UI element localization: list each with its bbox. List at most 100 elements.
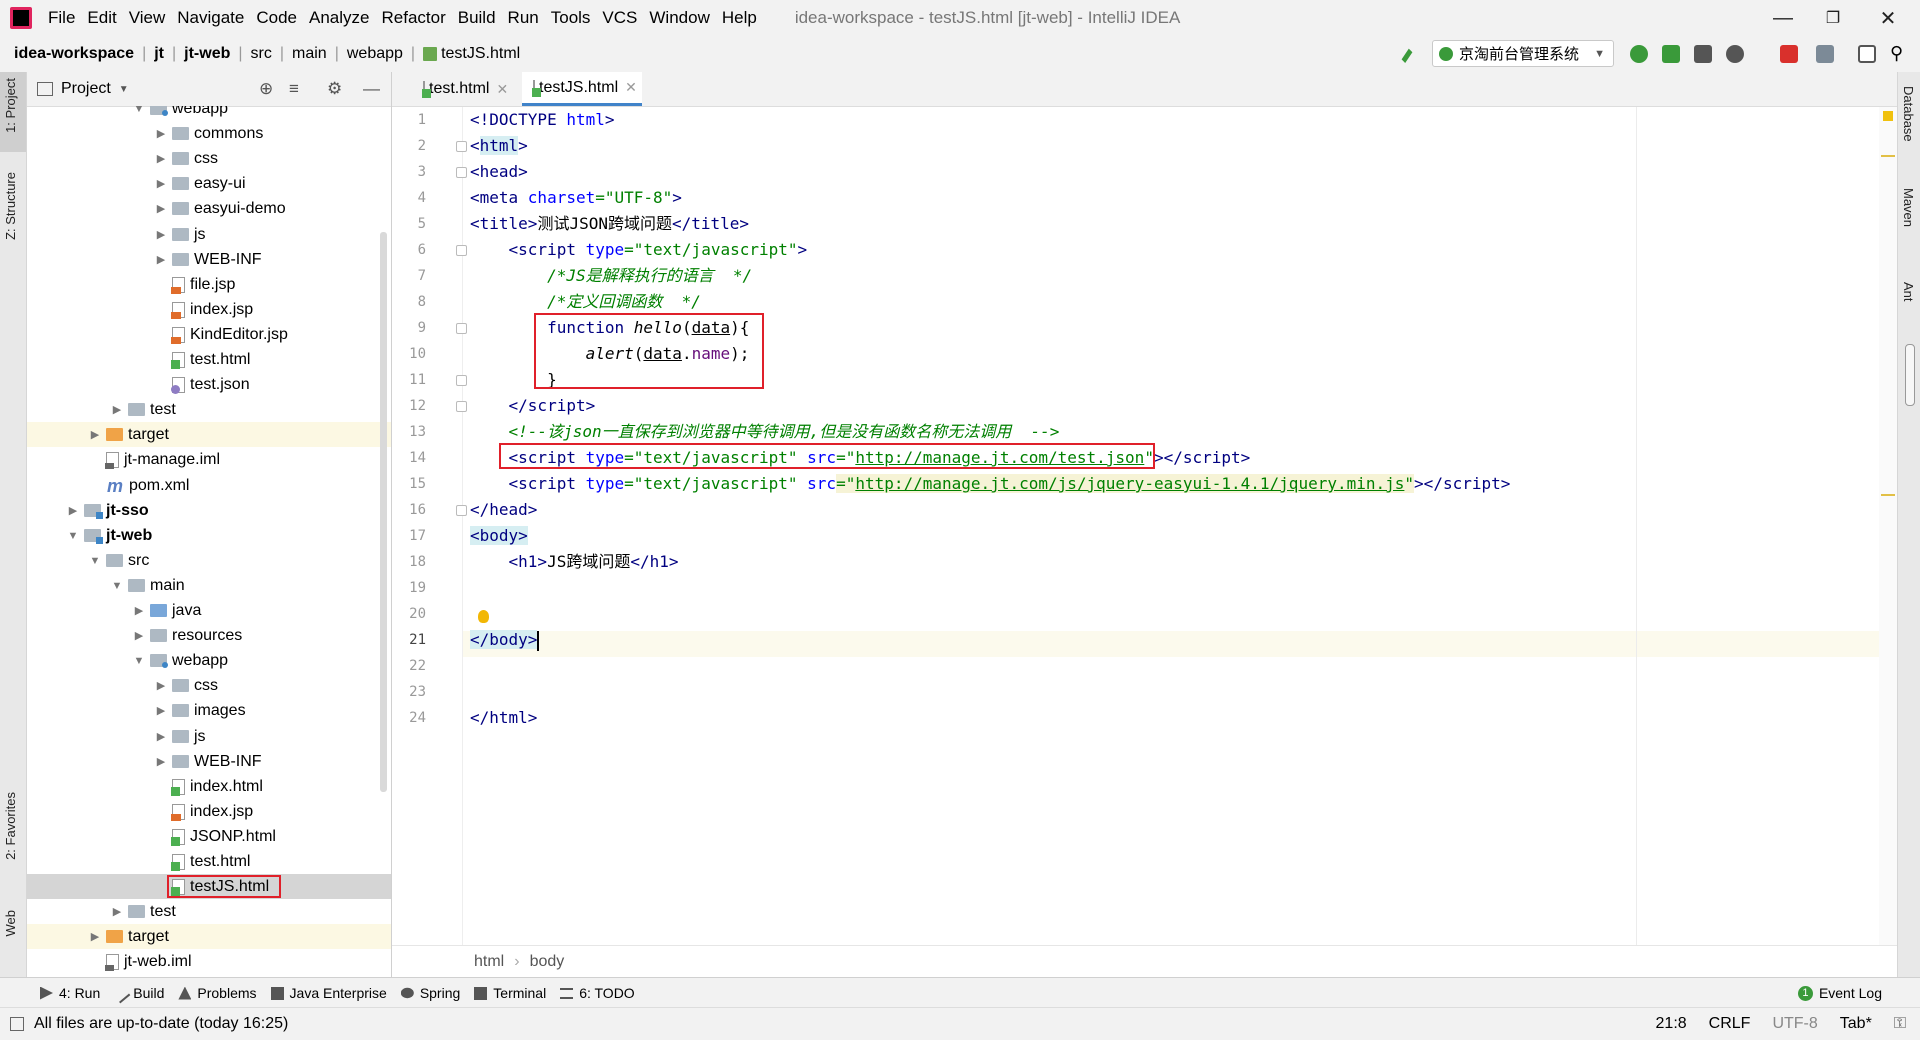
warning-marker[interactable] [1881, 155, 1895, 157]
search-everywhere-icon[interactable]: ⚲ [1890, 43, 1908, 63]
structure-tool-button[interactable]: Z: Structure [3, 172, 18, 240]
menu-edit[interactable]: Edit [83, 8, 124, 28]
problems-tool-button[interactable]: Problems [178, 985, 257, 1001]
breadcrumb-webapp[interactable]: webapp [341, 45, 409, 63]
menu-window[interactable]: Window [645, 8, 717, 28]
run-tool-button[interactable]: 4: Run [40, 985, 100, 1001]
fold-marker-icon[interactable] [456, 401, 467, 412]
tree-node[interactable]: ▶ target [27, 422, 391, 447]
collapse-arrow-icon[interactable]: ▶ [153, 704, 169, 717]
menu-code[interactable]: Code [252, 8, 305, 28]
run-configuration-select[interactable]: 京淘前台管理系统 ▼ [1432, 40, 1614, 67]
vertical-scrollbar[interactable] [1905, 344, 1915, 406]
locate-file-icon[interactable]: ⊕ [259, 79, 273, 99]
expand-arrow-icon[interactable]: ▼ [109, 580, 125, 592]
menu-help[interactable]: Help [718, 8, 765, 28]
breadcrumb-body[interactable]: body [530, 953, 565, 971]
menu-run[interactable]: Run [504, 8, 547, 28]
hide-panel-icon[interactable]: — [363, 79, 380, 99]
debug-icon[interactable] [1662, 45, 1680, 63]
close-icon[interactable]: ✕ [1865, 0, 1911, 36]
file-encoding[interactable]: UTF-8 [1772, 1015, 1817, 1033]
lock-icon[interactable]: ⚿ [1894, 1015, 1906, 1033]
collapse-arrow-icon[interactable]: ▶ [153, 127, 169, 140]
project-structure-icon[interactable] [1816, 45, 1834, 63]
toggle-window-icon[interactable] [1858, 45, 1876, 63]
warning-indicator-icon[interactable] [1883, 111, 1893, 121]
tree-node[interactable]: ▶ jt-sso [27, 498, 391, 523]
tree-node[interactable]: m pom.xml [27, 473, 391, 498]
tree-node[interactable]: ▶ js [27, 222, 391, 247]
todo-tool-button[interactable]: 6: TODO [560, 985, 635, 1001]
collapse-arrow-icon[interactable]: ▶ [109, 403, 125, 416]
menu-view[interactable]: View [125, 8, 174, 28]
event-log-tool-button[interactable]: 1 Event Log [1797, 985, 1882, 1001]
database-tool-button[interactable]: Database [1901, 86, 1916, 142]
tree-node[interactable]: test.html [27, 347, 391, 372]
indent-setting[interactable]: Tab* [1840, 1015, 1872, 1033]
collapse-arrow-icon[interactable]: ▶ [153, 679, 169, 692]
coverage-icon[interactable] [1694, 45, 1712, 63]
tree-node[interactable]: jt-manage.iml [27, 447, 391, 472]
close-icon[interactable]: ✕ [625, 79, 637, 96]
menu-build[interactable]: Build [454, 8, 504, 28]
caret-position[interactable]: 21:8 [1656, 1015, 1687, 1033]
breadcrumb-html[interactable]: html [474, 953, 504, 971]
collapse-all-icon[interactable]: ≡ [289, 79, 299, 99]
expand-arrow-icon[interactable]: ▼ [87, 555, 103, 567]
breadcrumb-jt[interactable]: jt [148, 45, 170, 63]
favorites-tool-button[interactable]: 2: Favorites [3, 792, 18, 860]
build-tool-button[interactable]: Build [110, 983, 164, 1003]
collapse-arrow-icon[interactable]: ▶ [87, 930, 103, 943]
tree-node[interactable]: ▶ easyui-demo [27, 196, 391, 221]
gear-icon[interactable]: ⚙ [327, 79, 342, 99]
tree-node[interactable]: jt-web.iml [27, 949, 391, 974]
collapse-arrow-icon[interactable]: ▶ [153, 202, 169, 215]
tree-node[interactable]: ▶ images [27, 698, 391, 723]
tree-node[interactable]: ▼ src [27, 548, 391, 573]
menu-vcs[interactable]: VCS [598, 8, 645, 28]
tree-node[interactable]: test.html [27, 849, 391, 874]
collapse-arrow-icon[interactable]: ▶ [109, 905, 125, 918]
collapse-arrow-icon[interactable]: ▶ [65, 504, 81, 517]
tree-node[interactable]: ▶ target [27, 924, 391, 949]
profile-icon[interactable] [1726, 45, 1744, 63]
collapse-arrow-icon[interactable]: ▶ [153, 730, 169, 743]
fold-marker-icon[interactable] [456, 167, 467, 178]
breadcrumb-project[interactable]: idea-workspace [0, 45, 140, 63]
menu-analyze[interactable]: Analyze [305, 8, 377, 28]
tree-node[interactable]: ▶ test [27, 899, 391, 924]
terminal-tool-button[interactable]: Terminal [474, 985, 546, 1001]
tree-node[interactable]: KindEditor.jsp [27, 322, 391, 347]
tree-node[interactable]: ▶ commons [27, 121, 391, 146]
tree-node[interactable]: JSONP.html [27, 824, 391, 849]
expand-arrow-icon[interactable]: ▼ [65, 530, 81, 542]
tree-node[interactable]: ▶ java [27, 598, 391, 623]
breadcrumb-src[interactable]: src [245, 45, 278, 63]
minimize-icon[interactable]: — [1760, 0, 1806, 36]
menu-file[interactable]: File [44, 8, 83, 28]
tree-node[interactable]: index.jsp [27, 297, 391, 322]
tree-node[interactable]: test.json [27, 372, 391, 397]
tab-testjs-html[interactable]: testJS.html ✕ [522, 72, 642, 106]
fold-marker-icon[interactable] [456, 323, 467, 334]
collapse-arrow-icon[interactable]: ▶ [87, 428, 103, 441]
stop-icon[interactable] [1780, 45, 1798, 63]
collapse-arrow-icon[interactable]: ▶ [153, 228, 169, 241]
tree-node[interactable]: ▶ resources [27, 623, 391, 648]
breadcrumb-file[interactable]: testJS.html [417, 45, 526, 63]
menu-tools[interactable]: Tools [547, 8, 599, 28]
tree-node[interactable]: ▶ WEB-INF [27, 247, 391, 272]
collapse-arrow-icon[interactable]: ▶ [153, 177, 169, 190]
project-tool-button[interactable]: 1: Project [3, 78, 18, 133]
tree-node[interactable]: ▶ js [27, 724, 391, 749]
maven-tool-button[interactable]: Maven [1901, 188, 1916, 227]
menu-refactor[interactable]: Refactor [377, 8, 453, 28]
close-icon[interactable]: ✕ [496, 81, 508, 98]
tab-test-html[interactable]: test.html ✕ [412, 72, 514, 106]
collapse-arrow-icon[interactable]: ▶ [131, 604, 147, 617]
collapse-arrow-icon[interactable]: ▶ [153, 253, 169, 266]
tree-node[interactable]: ▼ main [27, 573, 391, 598]
menu-navigate[interactable]: Navigate [173, 8, 252, 28]
fold-marker-icon[interactable] [456, 141, 467, 152]
